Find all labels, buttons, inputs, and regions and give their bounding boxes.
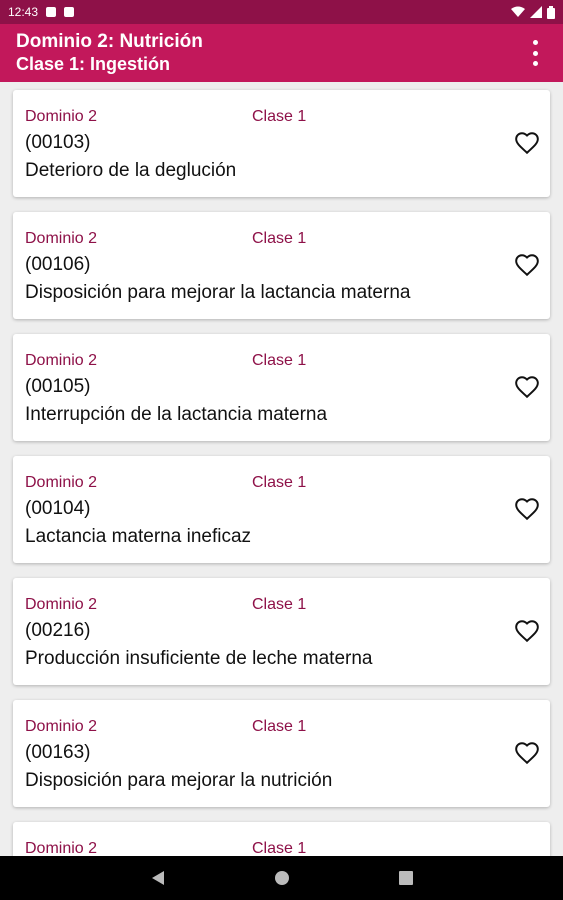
domain-label: Dominio 2 xyxy=(25,108,98,125)
diagnosis-code: (00106) xyxy=(25,254,91,275)
class-label: Clase 1 xyxy=(252,840,307,856)
back-button[interactable] xyxy=(144,864,172,892)
favorite-heart-icon[interactable] xyxy=(514,374,540,400)
list-item[interactable]: Dominio 2 Clase 1 (00103) Deterioro de l… xyxy=(13,90,550,197)
dot-icon xyxy=(532,61,538,66)
overflow-menu-button[interactable] xyxy=(527,40,543,66)
diagnosis-code: (00104) xyxy=(25,498,91,519)
app-bar: Dominio 2: Nutrición Clase 1: Ingestión xyxy=(0,24,563,82)
list-item[interactable]: Dominio 2 Clase 1 (00106) Disposición pa… xyxy=(13,212,550,319)
dot-icon xyxy=(532,50,538,56)
domain-label: Dominio 2 xyxy=(25,352,98,369)
list-item[interactable]: Dominio 2 Clase 1 (00105) Interrupción d… xyxy=(13,334,550,441)
status-time: 12:43 xyxy=(8,5,39,19)
class-label: Clase 1 xyxy=(252,596,307,613)
diagnosis-name: Disposición para mejorar la nutrición xyxy=(25,770,333,791)
diagnosis-name: Lactancia materna ineficaz xyxy=(25,526,252,547)
list-item[interactable]: Dominio 2 Clase 1 (00163) Disposición pa… xyxy=(13,700,550,807)
notification-icon xyxy=(46,7,57,17)
list-item[interactable]: Dominio 2 Clase 1 (00216) Producción ins… xyxy=(13,578,550,685)
domain-label: Dominio 2 xyxy=(25,718,98,735)
domain-label: Dominio 2 xyxy=(25,840,98,856)
class-label: Clase 1 xyxy=(252,474,307,491)
page-title: Dominio 2: Nutrición xyxy=(16,31,203,52)
recents-button[interactable] xyxy=(392,864,420,892)
diagnosis-list[interactable]: Dominio 2 Clase 1 (00103) Deterioro de l… xyxy=(0,82,563,856)
back-triangle-icon xyxy=(151,871,164,885)
domain-label: Dominio 2 xyxy=(25,474,98,491)
battery-icon xyxy=(547,5,555,19)
favorite-heart-icon[interactable] xyxy=(514,618,540,644)
class-label: Clase 1 xyxy=(252,230,307,247)
domain-label: Dominio 2 xyxy=(25,230,98,247)
sd-card-icon xyxy=(64,7,75,17)
system-nav-bar xyxy=(0,856,563,900)
dot-icon xyxy=(532,40,538,45)
diagnosis-code: (00105) xyxy=(25,376,91,397)
page-subtitle: Clase 1: Ingestión xyxy=(16,54,171,74)
home-circle-icon xyxy=(274,871,289,885)
domain-label: Dominio 2 xyxy=(25,596,98,613)
wifi-icon xyxy=(511,6,525,17)
diagnosis-name: Interrupción de la lactancia materna xyxy=(25,404,328,425)
favorite-heart-icon[interactable] xyxy=(514,740,540,766)
list-item[interactable]: Dominio 2 Clase 1 xyxy=(13,822,550,856)
diagnosis-name: Deterioro de la deglución xyxy=(25,160,237,181)
class-label: Clase 1 xyxy=(252,352,307,369)
status-bar: 12:43 xyxy=(0,0,563,24)
diagnosis-name: Disposición para mejorar la lactancia ma… xyxy=(25,282,411,303)
recents-square-icon xyxy=(398,871,413,885)
class-label: Clase 1 xyxy=(252,108,307,125)
favorite-heart-icon[interactable] xyxy=(514,496,540,522)
home-button[interactable] xyxy=(268,864,296,892)
class-label: Clase 1 xyxy=(252,718,307,735)
diagnosis-code: (00103) xyxy=(25,132,91,153)
signal-icon xyxy=(530,6,542,18)
diagnosis-name: Producción insuficiente de leche materna xyxy=(25,648,373,669)
list-item[interactable]: Dominio 2 Clase 1 (00104) Lactancia mate… xyxy=(13,456,550,563)
favorite-heart-icon[interactable] xyxy=(514,252,540,278)
favorite-heart-icon[interactable] xyxy=(514,130,540,156)
diagnosis-code: (00163) xyxy=(25,742,91,763)
diagnosis-code: (00216) xyxy=(25,620,91,641)
